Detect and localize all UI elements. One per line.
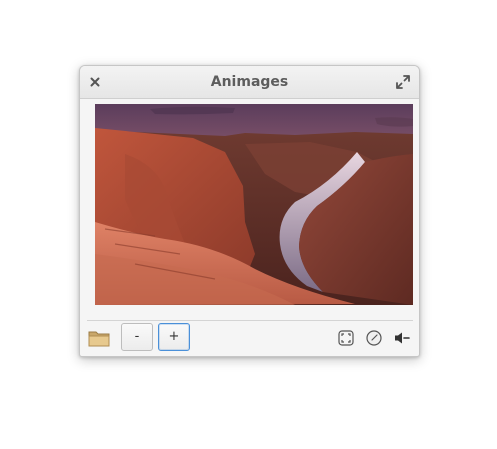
- zoom-in-button[interactable]: +: [158, 323, 190, 351]
- window-title: Animages: [210, 74, 289, 90]
- timer-button[interactable]: [365, 329, 383, 347]
- speaker-mute-icon: [395, 332, 410, 344]
- folder-icon: [88, 331, 110, 347]
- maximize-icon: [396, 75, 410, 89]
- bottom-toolbar: - +: [80, 321, 419, 356]
- titlebar: Animages: [80, 66, 419, 99]
- clock-icon: [366, 330, 382, 346]
- app-window: Animages - +: [79, 65, 420, 357]
- fit-to-window-button[interactable]: [337, 329, 355, 347]
- fit-to-window-icon: [338, 330, 354, 346]
- zoom-out-button[interactable]: -: [121, 323, 153, 351]
- maximize-button[interactable]: [394, 73, 412, 91]
- open-folder-button[interactable]: [87, 326, 111, 350]
- image-viewer[interactable]: [95, 104, 413, 305]
- canyon-river-photo: [95, 104, 413, 305]
- audio-button[interactable]: [393, 329, 411, 347]
